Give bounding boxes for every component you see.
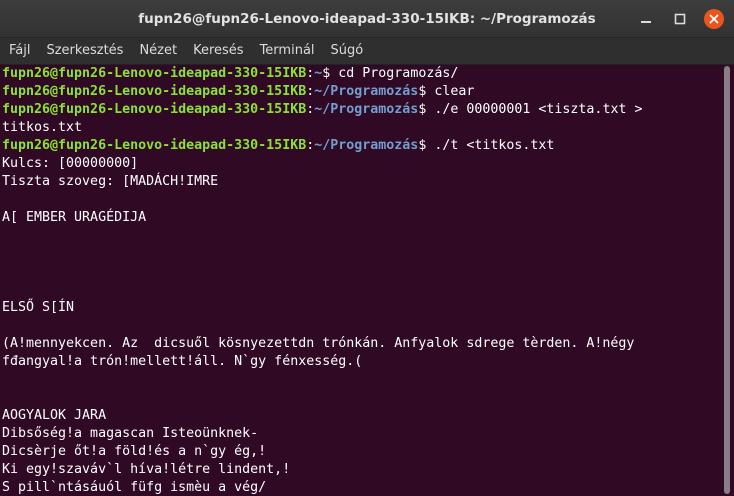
minimize-button[interactable]: [636, 9, 656, 29]
menu-sugo[interactable]: Súgó: [323, 38, 372, 64]
menu-bar: Fájl Szerkesztés Nézet Keresés Terminál …: [0, 38, 734, 65]
prompt-path: ~/Programozás: [314, 84, 419, 99]
terminal-output[interactable]: fupn26@fupn26-Lenovo-ideapad-330-15IKB:~…: [0, 65, 722, 496]
output-line: ELSŐ S[ÍN: [2, 300, 75, 315]
output-line: AOGYALOK JARA: [2, 408, 107, 423]
window-title: fupn26@fupn26-Lenovo-ideapad-330-15IKB: …: [138, 10, 596, 27]
command-text: ./t <titkos.txt: [434, 138, 555, 153]
prompt-path: ~/Programozás: [314, 102, 419, 117]
close-icon: [709, 14, 719, 24]
scrollbar[interactable]: [724, 66, 730, 494]
output-line: Dibsőség!a magascan Isteoünknek-: [2, 426, 259, 441]
prompt-user: fupn26@fupn26-Lenovo-ideapad-330-15IKB: [2, 102, 307, 117]
command-text: ./e 00000001 <tiszta.txt >: [434, 102, 643, 117]
title-bar[interactable]: fupn26@fupn26-Lenovo-ideapad-330-15IKB: …: [0, 0, 734, 38]
prompt-line: fupn26@fupn26-Lenovo-ideapad-330-15IKB:~…: [0, 137, 722, 155]
window-controls: [622, 9, 724, 29]
output-line: fđangyal!a trón!mellett!áll. N`gy fénxes…: [2, 354, 363, 369]
menu-kereses[interactable]: Keresés: [185, 38, 251, 64]
output-line: S pill`ntásáuól füfg ismèu a vég/: [2, 480, 267, 495]
prompt-dollar: $: [322, 66, 339, 81]
output-line: A[ EMBER URAGÉDIJA: [2, 210, 147, 225]
prompt-dollar: $: [418, 84, 435, 99]
command-text: cd Programozás/: [338, 66, 459, 81]
minimize-icon: [641, 21, 651, 23]
output-line: Ki egy!szaváv`l híva!létre lindent,!: [2, 462, 291, 477]
maximize-button[interactable]: [670, 9, 690, 29]
prompt-user: fupn26@fupn26-Lenovo-ideapad-330-15IKB: [2, 138, 307, 153]
terminal-window: fupn26@fupn26-Lenovo-ideapad-330-15IKB: …: [0, 0, 734, 496]
prompt-user: fupn26@fupn26-Lenovo-ideapad-330-15IKB: [2, 84, 307, 99]
prompt-line: fupn26@fupn26-Lenovo-ideapad-330-15IKB:~…: [0, 83, 722, 101]
menu-fajl[interactable]: Fájl: [0, 38, 38, 64]
output-line: Dicsèrje őt!a föld!és a n`gy ég,!: [2, 444, 267, 459]
prompt-dollar: $: [418, 138, 435, 153]
output-line: Tiszta szoveg: [MADÁCH!IMRE: [2, 174, 219, 189]
prompt-line: fupn26@fupn26-Lenovo-ideapad-330-15IKB:~…: [0, 101, 722, 119]
menu-nezet[interactable]: Nézet: [131, 38, 185, 64]
output-line: (A!mennyekcen. Az dicsuől kösnyezettdn t…: [2, 336, 635, 351]
menu-terminal[interactable]: Terminál: [252, 38, 323, 64]
prompt-user: fupn26@fupn26-Lenovo-ideapad-330-15IKB: [2, 66, 307, 81]
output-line: titkos.txt: [2, 120, 83, 135]
maximize-icon: [674, 13, 686, 25]
menu-szerkesztes[interactable]: Szerkesztés: [38, 38, 131, 64]
scrollbar-thumb[interactable]: [724, 66, 730, 494]
command-text: clear: [434, 84, 475, 99]
close-button[interactable]: [704, 9, 724, 29]
prompt-dollar: $: [418, 102, 435, 117]
prompt-path: ~/Programozás: [314, 138, 419, 153]
prompt-line: fupn26@fupn26-Lenovo-ideapad-330-15IKB:~…: [0, 65, 722, 83]
output-line: Kulcs: [00000000]: [2, 156, 139, 171]
